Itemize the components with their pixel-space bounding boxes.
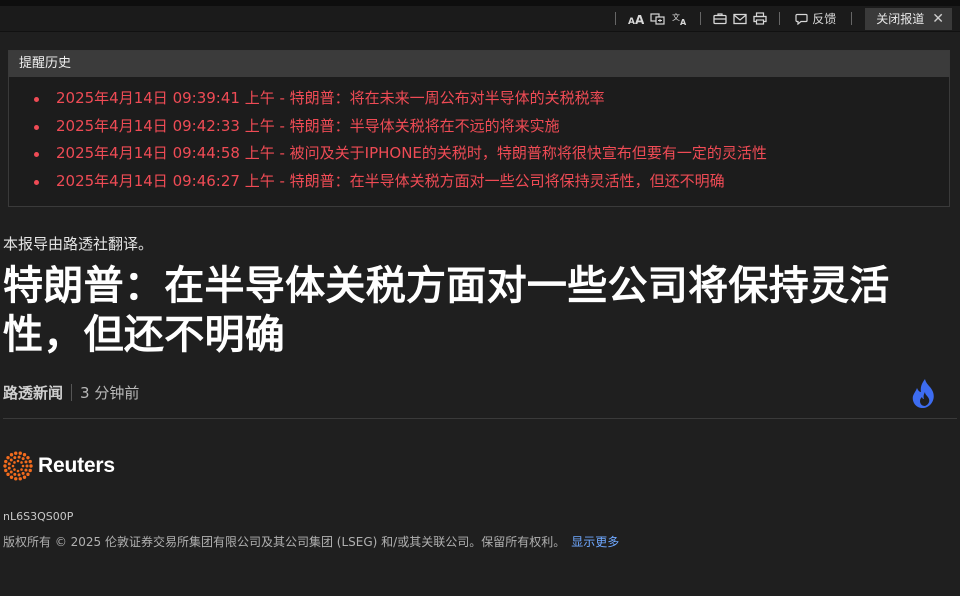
logo-dot (14, 451, 18, 455)
translate-button[interactable]: 文 A (669, 9, 691, 29)
copyright-line: 版权所有 © 2025 伦敦证券交易所集团有限公司及其公司集团 (LSEG) 和… (3, 533, 619, 550)
translate-pages-button[interactable] (647, 9, 669, 29)
logo-dot (4, 468, 8, 473)
logo-dot (7, 462, 11, 466)
close-icon: ✕ (932, 10, 944, 27)
logo-dot (7, 466, 11, 470)
logo-dot (21, 457, 25, 461)
alert-text: 2025年4月14日 09:39:41 上午 - 特朗普：将在未来一周公布对半导… (56, 89, 605, 107)
alert-history-panel: 提醒历史 2025年4月14日 09:39:41 上午 - 特朗普：将在未来一周… (8, 50, 950, 207)
toolbar-separator (700, 12, 702, 25)
logo-dot (6, 455, 10, 460)
logo-dot (21, 464, 25, 468)
logo-dot (13, 468, 16, 471)
logo-dot (4, 459, 8, 464)
svg-text:A: A (628, 17, 635, 26)
logo-dot (26, 472, 30, 477)
story-id: nL6S3QS00P (3, 510, 74, 523)
logo-dot (9, 475, 14, 479)
alert-item[interactable]: 2025年4月14日 09:39:41 上午 - 特朗普：将在未来一周公布对半导… (33, 85, 949, 113)
logo-dot (17, 455, 21, 459)
logo-dot (20, 461, 23, 464)
logo-dot (29, 464, 33, 468)
bullet-icon (34, 179, 39, 185)
logo-dot (9, 470, 13, 474)
feedback-button[interactable]: 反馈 (789, 9, 842, 29)
print-button[interactable] (750, 9, 770, 29)
alert-item[interactable]: 2025年4月14日 09:46:27 上午 - 特朗普：在半导体关税方面对一些… (33, 168, 949, 196)
logo-dot (28, 468, 32, 473)
alert-history-title: 提醒历史 (9, 51, 949, 77)
alert-item[interactable]: 2025年4月14日 09:44:58 上午 - 被问及关于IPHONE的关税时… (33, 140, 949, 168)
logo-dot (16, 459, 20, 463)
email-button[interactable] (730, 9, 750, 29)
close-report-label: 关闭报道 (876, 12, 925, 26)
logo-dot (9, 453, 14, 457)
copyright-text: 版权所有 © 2025 伦敦证券交易所集团有限公司及其公司集团 (LSEG) 和… (3, 535, 566, 549)
toolbar-separator (779, 12, 781, 25)
svg-text:文: 文 (672, 12, 680, 22)
logo-dot (11, 464, 15, 468)
reuters-logo-icon (3, 451, 33, 481)
alert-text: 2025年4月14日 09:46:27 上午 - 特朗普：在半导体关税方面对一些… (56, 171, 725, 190)
logo-dot (24, 460, 28, 464)
alert-text: 2025年4月14日 09:44:58 上午 - 被问及关于IPHONE的关税时… (56, 144, 767, 162)
alert-item[interactable]: 2025年4月14日 09:42:33 上午 - 特朗普：半导体关税将在不远的将… (33, 113, 949, 141)
logo-dot (26, 455, 30, 460)
logo-dot (16, 469, 20, 473)
news-source[interactable]: 路透新闻 (3, 382, 63, 403)
font-size-button[interactable]: A A (625, 9, 647, 29)
font-size-icon: A A (628, 13, 644, 26)
logo-dot (18, 451, 22, 455)
mail-icon (733, 13, 747, 24)
reuters-logo: Reuters (3, 451, 115, 481)
show-more-link[interactable]: 显示更多 (571, 535, 619, 549)
logo-dot (3, 464, 7, 468)
logo-dot (9, 458, 13, 462)
feedback-label: 反馈 (812, 12, 837, 26)
logo-dot (22, 475, 27, 479)
translate-icon: 文 A (672, 12, 687, 26)
close-report-button[interactable]: 关闭报道 ✕ (865, 7, 952, 30)
logo-dot (28, 459, 32, 464)
logo-dot (21, 471, 25, 475)
toolbar-separator (615, 12, 617, 25)
logo-dot (22, 453, 27, 457)
svg-text:A: A (635, 13, 644, 26)
logo-dot (25, 464, 29, 468)
flame-icon[interactable] (912, 378, 938, 410)
reuters-logo-text: Reuters (38, 454, 115, 477)
print-icon (753, 12, 767, 25)
svg-text:A: A (680, 18, 687, 26)
logo-dot (6, 472, 10, 477)
toolbar-separator (851, 12, 853, 25)
translate-pages-icon (650, 12, 665, 25)
toolbar: A A 文 A 反馈 关闭报道 ✕ (0, 6, 960, 32)
logo-dot (24, 468, 28, 472)
logo-dot (17, 473, 21, 477)
bullet-icon (34, 124, 39, 130)
alert-list: 2025年4月14日 09:39:41 上午 - 特朗普：将在未来一周公布对半导… (9, 77, 949, 195)
bullet-icon (34, 152, 39, 157)
bullet-icon (34, 97, 39, 102)
divider (3, 418, 957, 419)
byline: 路透新闻 3 分钟前 (3, 381, 139, 403)
translation-note: 本报导由路透社翻译。 (3, 235, 154, 253)
logo-dot (18, 477, 22, 481)
article-headline: 特朗普：在半导体关税方面对一些公司将保持灵活性，但还不明确 (3, 263, 890, 358)
publish-time: 3 分钟前 (80, 383, 140, 402)
feedback-icon (795, 13, 808, 25)
briefcase-icon (713, 13, 727, 25)
logo-dot (13, 456, 17, 460)
alert-text: 2025年4月14日 09:42:33 上午 - 特朗普：半导体关税将在不远的将… (56, 116, 560, 135)
byline-separator (71, 383, 73, 401)
logo-dot (20, 468, 23, 471)
briefcase-button[interactable] (710, 9, 730, 29)
logo-dot (13, 472, 17, 476)
logo-dot (13, 461, 16, 464)
logo-dot (14, 477, 18, 481)
